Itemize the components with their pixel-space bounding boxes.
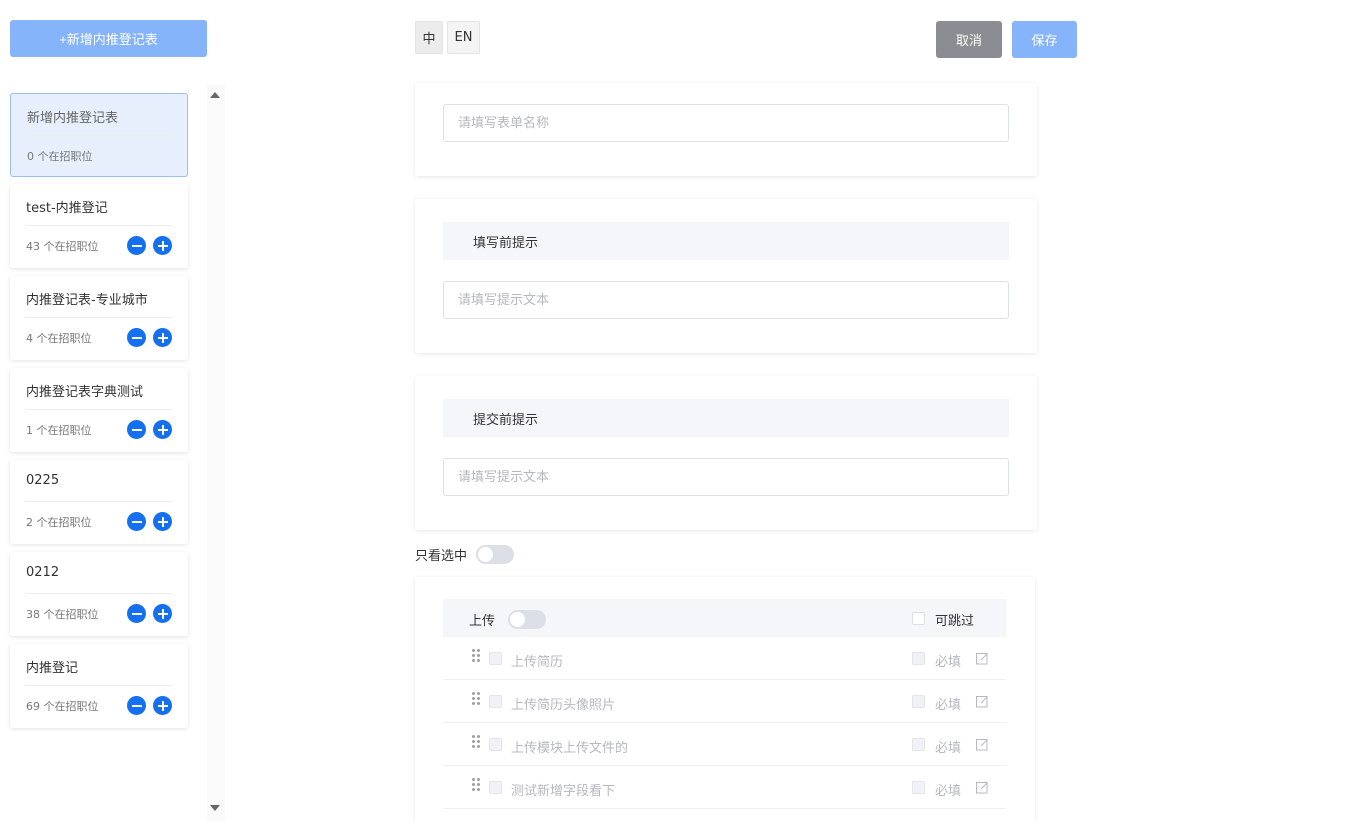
form-card[interactable]: 内推登记 69 个在招职位 bbox=[10, 644, 188, 728]
form-card-positions: 2 个在招职位 bbox=[26, 516, 92, 529]
required-checkbox[interactable] bbox=[912, 781, 925, 794]
lang-chinese-toggle[interactable]: 中 bbox=[415, 21, 443, 54]
required-label: 必填 bbox=[935, 655, 962, 670]
field-label: 测试新增字段看下 bbox=[511, 784, 616, 799]
form-card[interactable]: 内推登记表字典测试 1 个在招职位 bbox=[10, 368, 188, 452]
upload-section-switch[interactable] bbox=[508, 610, 546, 629]
required-checkbox[interactable] bbox=[912, 695, 925, 708]
field-row: 上传模块上传文件的 必填 bbox=[443, 723, 1006, 766]
upload-section-header: 上传 可跳过 bbox=[443, 599, 1006, 637]
edit-icon[interactable] bbox=[976, 738, 989, 751]
edit-icon[interactable] bbox=[976, 695, 989, 708]
drag-handle-icon[interactable] bbox=[472, 649, 480, 663]
form-card[interactable]: 新增内推登记表 0 个在招职位 bbox=[10, 93, 188, 177]
field-row: 测试新增字段看下 必填 bbox=[443, 766, 1006, 809]
save-button[interactable]: 保存 bbox=[1012, 21, 1077, 58]
remove-circle-icon[interactable] bbox=[127, 328, 146, 347]
form-name-input[interactable] bbox=[443, 104, 1009, 142]
field-row: 上传简历头像照片 必填 bbox=[443, 680, 1006, 723]
drag-handle-icon[interactable] bbox=[472, 692, 480, 706]
only-selected-label: 只看选中 bbox=[415, 549, 468, 564]
add-registration-form-button[interactable]: +新增内推登记表 bbox=[10, 20, 207, 57]
edit-icon[interactable] bbox=[976, 652, 989, 665]
before-submit-title: 提交前提示 bbox=[473, 412, 539, 428]
form-card-title: 内推登记表字典测试 bbox=[26, 385, 144, 400]
add-circle-icon[interactable] bbox=[153, 420, 172, 439]
form-card-positions: 4 个在招职位 bbox=[26, 332, 92, 345]
field-label: 上传简历 bbox=[511, 655, 564, 670]
form-card[interactable]: 0212 38 个在招职位 bbox=[10, 552, 188, 636]
field-select-checkbox[interactable] bbox=[489, 652, 502, 665]
upload-section-title: 上传 bbox=[469, 614, 496, 629]
form-card-positions: 38 个在招职位 bbox=[26, 608, 99, 621]
form-card-positions: 43 个在招职位 bbox=[26, 240, 99, 253]
form-card-positions: 69 个在招职位 bbox=[26, 700, 99, 713]
required-checkbox[interactable] bbox=[912, 652, 925, 665]
before-submit-header: 提交前提示 bbox=[443, 399, 1009, 437]
field-row: 上传简历 必填 bbox=[443, 637, 1006, 680]
drag-handle-icon[interactable] bbox=[472, 735, 480, 749]
add-circle-icon[interactable] bbox=[153, 512, 172, 531]
add-circle-icon[interactable] bbox=[153, 604, 172, 623]
form-card[interactable]: test-内推登记 43 个在招职位 bbox=[10, 184, 188, 268]
upload-fields-panel: 上传 可跳过 上传简历 必填 上传简历头像照片 必填 上传模块上传文件的 必填 … bbox=[415, 577, 1035, 821]
before-fill-header: 填写前提示 bbox=[443, 222, 1009, 260]
form-card[interactable]: 0225 2 个在招职位 bbox=[10, 460, 188, 544]
field-label: 上传模块上传文件的 bbox=[511, 741, 629, 756]
required-label: 必填 bbox=[935, 784, 962, 799]
before-fill-tip-input[interactable] bbox=[443, 281, 1009, 319]
remove-circle-icon[interactable] bbox=[127, 236, 146, 255]
card-divider bbox=[26, 225, 172, 226]
required-label: 必填 bbox=[935, 698, 962, 713]
before-fill-panel: 填写前提示 bbox=[415, 199, 1037, 353]
form-card-positions: 1 个在招职位 bbox=[26, 424, 92, 437]
add-circle-icon[interactable] bbox=[153, 696, 172, 715]
form-card-title: 内推登记表-专业城市 bbox=[26, 293, 148, 308]
field-select-checkbox[interactable] bbox=[489, 695, 502, 708]
before-submit-panel: 提交前提示 bbox=[415, 376, 1037, 530]
required-checkbox[interactable] bbox=[912, 738, 925, 751]
required-label: 必填 bbox=[935, 741, 962, 756]
list-scrollbar[interactable] bbox=[207, 85, 225, 821]
before-submit-tip-input[interactable] bbox=[443, 458, 1009, 496]
skippable-checkbox[interactable] bbox=[912, 612, 925, 625]
field-select-checkbox[interactable] bbox=[489, 738, 502, 751]
scroll-down-arrow-icon[interactable] bbox=[210, 805, 220, 811]
cancel-button[interactable]: 取消 bbox=[936, 21, 1002, 58]
only-selected-switch[interactable] bbox=[476, 545, 514, 564]
form-card-title: 0225 bbox=[26, 473, 60, 488]
card-divider bbox=[26, 409, 172, 410]
form-card-positions: 0 个在招职位 bbox=[27, 150, 93, 163]
form-card-title: 内推登记 bbox=[26, 661, 79, 676]
field-label: 上传简历头像照片 bbox=[511, 698, 616, 713]
remove-circle-icon[interactable] bbox=[127, 696, 146, 715]
card-divider bbox=[27, 135, 171, 136]
scroll-up-arrow-icon[interactable] bbox=[210, 92, 220, 98]
remove-circle-icon[interactable] bbox=[127, 420, 146, 439]
drag-handle-icon[interactable] bbox=[472, 778, 480, 792]
form-card-title: 0212 bbox=[26, 565, 60, 580]
add-circle-icon[interactable] bbox=[153, 328, 172, 347]
card-divider bbox=[26, 685, 172, 686]
lang-english-toggle[interactable]: EN bbox=[447, 21, 480, 54]
skippable-label: 可跳过 bbox=[935, 614, 975, 629]
field-select-checkbox[interactable] bbox=[489, 781, 502, 794]
form-card-title: test-内推登记 bbox=[26, 201, 108, 216]
form-card[interactable]: 内推登记表-专业城市 4 个在招职位 bbox=[10, 276, 188, 360]
card-divider bbox=[26, 501, 172, 502]
remove-circle-icon[interactable] bbox=[127, 512, 146, 531]
form-card-title: 新增内推登记表 bbox=[27, 111, 119, 126]
before-fill-title: 填写前提示 bbox=[473, 235, 539, 251]
card-divider bbox=[26, 593, 172, 594]
edit-icon[interactable] bbox=[976, 781, 989, 794]
add-circle-icon[interactable] bbox=[153, 236, 172, 255]
form-name-panel bbox=[415, 83, 1037, 176]
card-divider bbox=[26, 317, 172, 318]
remove-circle-icon[interactable] bbox=[127, 604, 146, 623]
form-list: 新增内推登记表 0 个在招职位 test-内推登记 43 个在招职位 内推登记表… bbox=[0, 85, 226, 821]
